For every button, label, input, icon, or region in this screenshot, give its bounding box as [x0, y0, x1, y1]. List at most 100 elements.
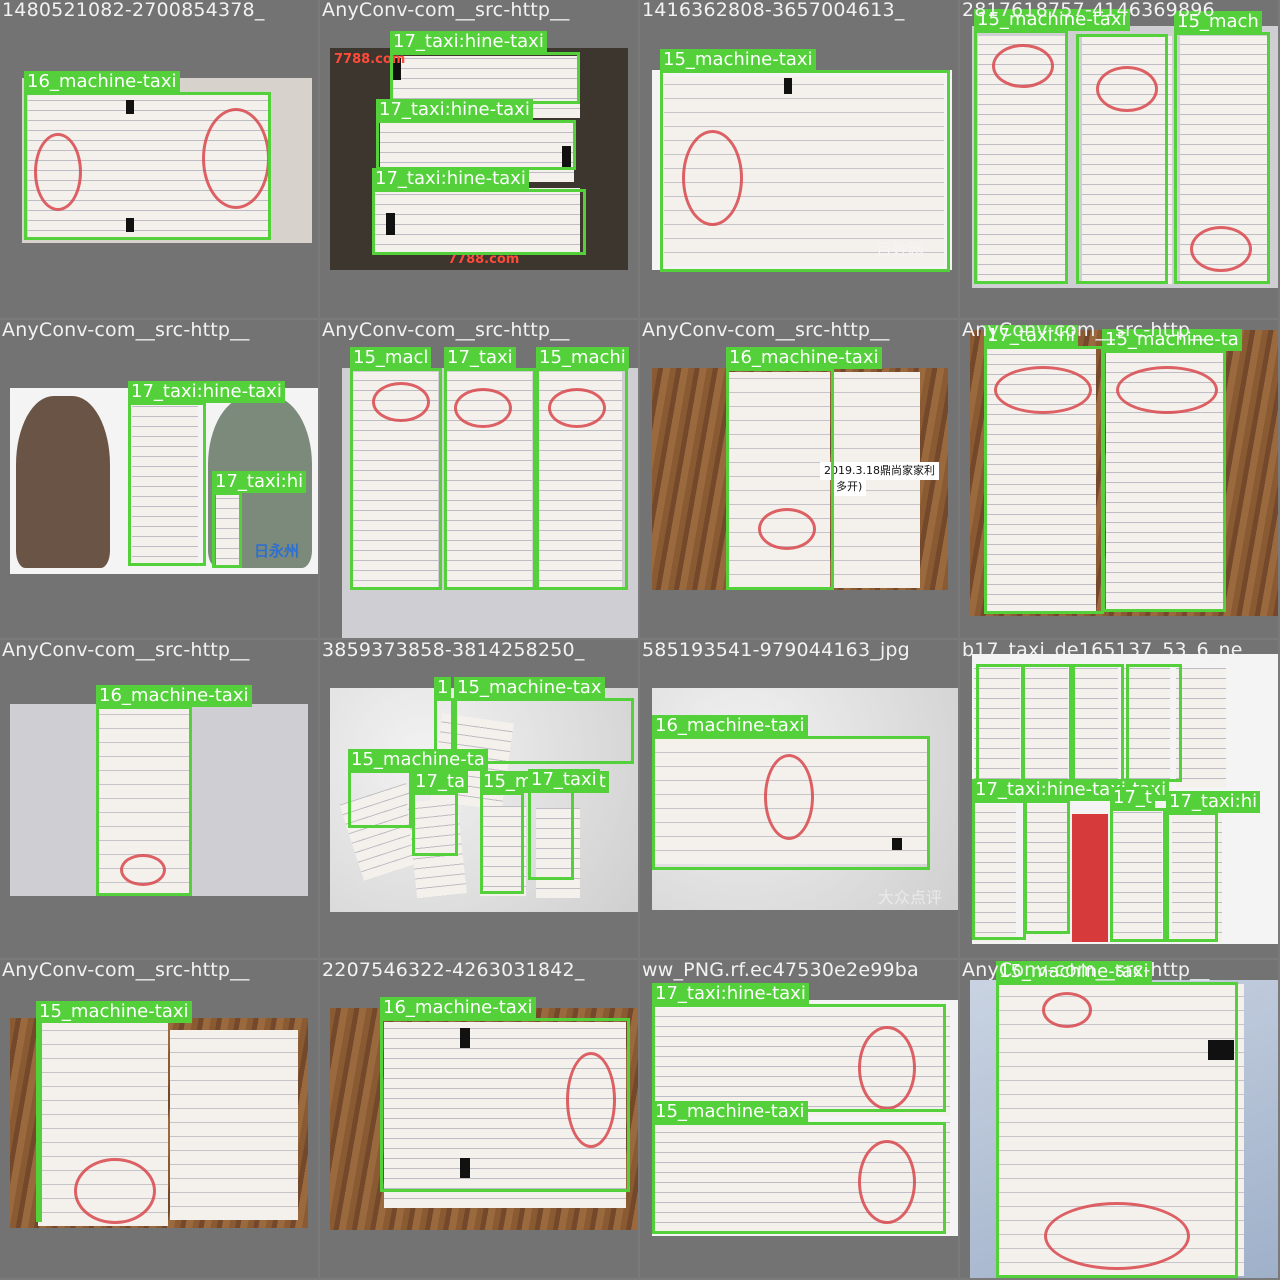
person-photo	[16, 396, 110, 568]
tile-title: b17_taxi_de165137_53_6_ne	[962, 640, 1243, 661]
stamp	[74, 1158, 156, 1224]
detection-box[interactable]: 15_machine-taxi	[652, 1101, 946, 1234]
tile-title: AnyConv-com__src-http__	[2, 640, 250, 661]
detection-box[interactable]: 17_ta	[412, 771, 468, 856]
box-label: 17_taxi:hi	[1166, 791, 1261, 813]
detection-box[interactable]	[976, 664, 1024, 782]
box-label: 17_taxi:hine-taxi	[376, 99, 533, 121]
grid-tile[interactable]: 日永州 17_taxi:hine-taxi 17_taxi:hi AnyConv…	[0, 320, 318, 638]
tile-title: 2207546322-4263031842_	[322, 960, 585, 981]
box-label: 17_t	[1110, 787, 1155, 809]
grid-tile[interactable]: 16_machine-taxi 1480521082-2700854378_	[0, 0, 318, 318]
box-label: 1	[434, 677, 452, 699]
tile-title: AnyConv-com__src-http__	[642, 320, 890, 341]
detection-box[interactable]: 15_mach	[1174, 11, 1270, 284]
detection-box[interactable]: 16_machine-taxi	[24, 71, 271, 240]
box-label: 15_machine-taxi	[652, 1101, 808, 1123]
box-label: 15_machine-tax	[454, 677, 605, 699]
box-label: 17_taxi:hi	[212, 471, 307, 493]
box-label: 16_machine-taxi	[726, 347, 882, 369]
box-label: 15_machine-taxi	[36, 1001, 192, 1023]
grid-tile[interactable]: 15_macl 17_taxi 15_machi AnyConv-com__sr…	[320, 320, 638, 638]
detection-box[interactable]: 16_machine-taxi	[96, 685, 252, 896]
detection-box[interactable]: 17_taxi:hi	[1166, 791, 1261, 942]
box-label: 15_machi	[536, 347, 629, 369]
grid-tile[interactable]: 16_machine-taxi AnyConv-com__src-http__	[0, 640, 318, 958]
detection-box[interactable]: 17_t	[1110, 787, 1166, 942]
grid-tile[interactable]: 15_machine-taxi AnyConv-com__src-http__	[0, 960, 318, 1278]
receipt	[1176, 668, 1226, 788]
box-label: 17_taxi:hine-taxi	[128, 381, 285, 403]
receipt	[170, 1030, 298, 1220]
tile-title: 585193541-979044163_jpg	[642, 640, 910, 661]
tile-title: AnyConv-com__src-http__	[322, 320, 570, 341]
grid-tile[interactable]: 17_taxi:hine-taxi-taxi 17_t 17_taxi:hi b…	[960, 640, 1278, 958]
box-label: 15_machine-ta	[348, 749, 488, 771]
detection-box[interactable]: 17_taxi:hi	[212, 471, 307, 568]
box-label: 16_machine-taxi	[24, 71, 180, 93]
grid-tile[interactable]: 7788.com 7788.com 17_taxi:hine-taxi 17_t…	[320, 0, 638, 318]
tile-title: AnyConv-com__src-http__	[322, 0, 570, 21]
grid-tile[interactable]: 百姓网 15_machine-taxi 1416362808-365700461…	[640, 0, 958, 318]
detection-box[interactable]: 15_machine-ta	[348, 749, 488, 828]
box-label: 15_machine-taxi	[660, 49, 816, 71]
detection-box[interactable]: 16_machine-taxi	[652, 715, 930, 870]
detection-box[interactable]	[1024, 800, 1070, 934]
tile-title: 1416362808-3657004613_	[642, 0, 905, 21]
grid-tile[interactable]: 15_machine-taxi 15_mach 2817618757-41463…	[960, 0, 1278, 318]
handwritten-note: 多开)	[832, 478, 867, 496]
detection-box[interactable]: 15_machine-taxi	[996, 961, 1238, 1278]
box-label: 16_machine-taxi	[380, 997, 536, 1019]
detection-box[interactable]: 17_taxi:hine-taxi	[376, 99, 576, 170]
detection-box[interactable]: 17_taxi	[528, 769, 600, 880]
grid-tile[interactable]: 15_machine-taxi AnyConv-com__src-http__	[960, 960, 1278, 1278]
box-label: 17_ta	[412, 771, 468, 793]
detection-box[interactable]	[1126, 664, 1182, 782]
detection-box[interactable]: 15_machine-taxi	[974, 9, 1130, 284]
detection-box[interactable]: 17_taxi:hi	[984, 325, 1104, 614]
detection-box[interactable]: 17_taxi:hine-taxi	[652, 983, 946, 1112]
photo	[10, 1018, 308, 1228]
red-receipt	[1072, 814, 1108, 942]
image-grid: 16_machine-taxi 1480521082-2700854378_ 7…	[0, 0, 1280, 1280]
watermark: 大众点评	[878, 888, 943, 907]
tile-title: AnyConv-com__src-http__	[2, 960, 250, 981]
box-label: 17_taxi:hine-taxi	[390, 31, 547, 53]
grid-tile[interactable]: 15_machine-tax 1 15_machine-ta 17_ta 15_…	[320, 640, 638, 958]
detection-box[interactable]: 15_machine-t	[480, 771, 609, 894]
tile-title: AnyConv-com__src-http__	[2, 320, 250, 341]
box-label: 15_macl	[350, 347, 432, 369]
detection-box[interactable]: 16_machine-taxi	[726, 347, 882, 590]
tile-title: 3859373858-3814258250_	[322, 640, 585, 661]
detection-box[interactable]: 15_machine-taxi	[660, 49, 950, 272]
detection-box[interactable]: 15_machine-ta	[1102, 329, 1242, 612]
detection-box[interactable]: 17_taxi	[444, 347, 536, 590]
detection-box[interactable]: 17_taxi:hine-taxi	[372, 168, 586, 255]
tile-title: AnyConv-com__src-http__	[962, 320, 1210, 341]
detection-box[interactable]: 17_taxi:hine-taxi	[128, 381, 285, 566]
grid-tile[interactable]: 17_taxi:hi 15_machine-ta AnyConv-com__sr…	[960, 320, 1278, 638]
detection-box[interactable]: 16_machine-taxi	[380, 997, 630, 1192]
box-label: 17_taxi	[444, 347, 516, 369]
grid-tile[interactable]: 17_taxi:hine-taxi 15_machine-taxi ww_PNG…	[640, 960, 958, 1278]
tile-title: 2817618757-4146369896	[962, 0, 1215, 21]
box-label: 16_machine-taxi	[652, 715, 808, 737]
box-label: 17_taxi	[528, 769, 600, 791]
detection-box[interactable]	[1022, 664, 1072, 782]
grid-tile[interactable]: 16_machine-taxi 2207546322-4263031842_	[320, 960, 638, 1278]
detection-box[interactable]: 15_machine-taxi	[36, 1001, 192, 1222]
grid-tile[interactable]: 2019.3.18鼎尚家家利 多开) 16_machine-taxi AnyCo…	[640, 320, 958, 638]
tile-title: ww_PNG.rf.ec47530e2e99ba	[642, 960, 919, 981]
watermark: 日永州	[254, 542, 300, 560]
detection-box[interactable]: 17_taxi:hine-taxi	[390, 31, 580, 104]
box-label: 17_taxi:hine-taxi	[372, 168, 529, 190]
detection-box[interactable]	[1072, 664, 1124, 782]
detection-box[interactable]: 17_taxi:hine-taxi-taxi	[972, 779, 1170, 940]
grid-tile[interactable]: 大众点评 16_machine-taxi 585193541-979044163…	[640, 640, 958, 958]
tile-title: 1480521082-2700854378_	[2, 0, 265, 21]
box-label: 17_taxi:hine-taxi	[652, 983, 809, 1005]
detection-box[interactable]: 15_macl	[350, 347, 442, 590]
detection-box[interactable]: 15_machi	[536, 347, 629, 590]
detection-box[interactable]	[1076, 34, 1168, 284]
box-label: 16_machine-taxi	[96, 685, 252, 707]
